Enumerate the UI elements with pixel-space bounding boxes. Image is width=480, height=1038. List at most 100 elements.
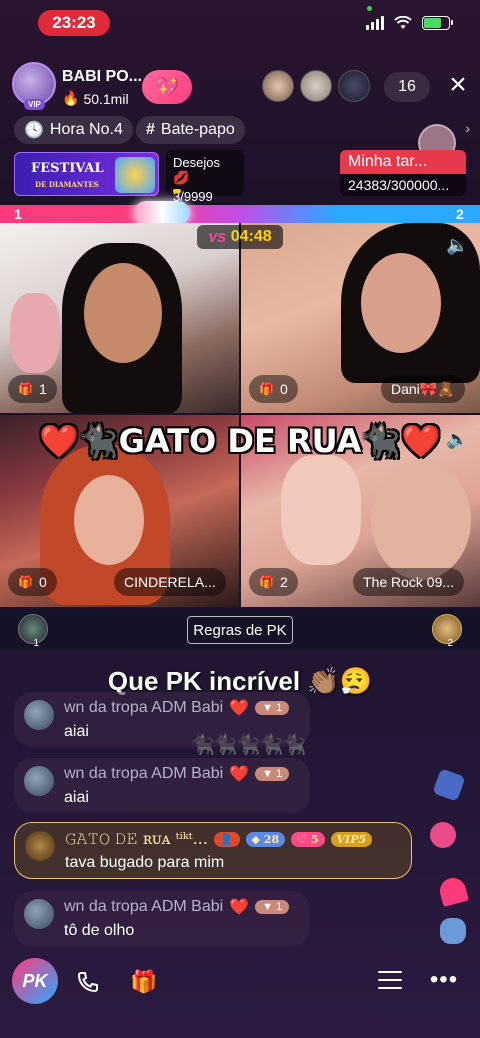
chat-message[interactable]: wn da tropa ADM Babi ❤️ ▼ 1 aiai — [14, 758, 310, 813]
tile-user-name[interactable]: The Rock 09... — [353, 568, 465, 596]
chat-author-name: 𝙶𝙰𝚃𝙾 𝙳𝙴 ʀᴜᴀ ᵗⁱᵏᵗ... — [65, 829, 208, 848]
tile-gift-count: 🎁 1 — [8, 375, 57, 403]
chat-tag-label: Bate-papo — [160, 121, 235, 138]
diamond-badge: ◆ 28 — [245, 831, 286, 847]
viewer-avatar[interactable] — [338, 70, 370, 102]
follow-button[interactable]: 💖 — [142, 70, 192, 104]
gift-box-icon[interactable]: 🎁 — [124, 962, 164, 1002]
status-time: 23:23 — [38, 10, 110, 36]
chat-author-name: wn da tropa ADM Babi — [64, 699, 224, 716]
tile-gift-value: 0 — [38, 574, 47, 590]
level-badge: ▼ 1 — [255, 701, 290, 715]
heart-icon: 💖 — [154, 76, 180, 99]
pk-right-score: 2 — [456, 206, 464, 222]
privacy-indicator — [367, 6, 372, 11]
chat-message-vip[interactable]: 𝙶𝙰𝚃𝙾 𝙳𝙴 ʀᴜᴀ ᵗⁱᵏᵗ... 👤 ◆ 28 ♡ 5 VIP5 tava… — [14, 822, 412, 879]
tile-gift-count: 🎁 0 — [249, 375, 298, 403]
heart-icon: ❤️ — [229, 899, 250, 916]
pk-center-emblem-icon — [134, 201, 190, 225]
viewer-avatar[interactable] — [262, 70, 294, 102]
call-icon[interactable] — [68, 962, 108, 1002]
tile-gift-value: 1 — [38, 381, 47, 397]
pk-rules-button[interactable]: Regras de PK — [187, 616, 293, 644]
floating-heart-icon — [437, 875, 469, 907]
festival-banner[interactable]: FESTIVAL DE DIAMANTES — [14, 152, 159, 196]
tile-gift-count: 🎁 0 — [8, 568, 57, 596]
level-badge: ▼ 1 — [255, 767, 290, 781]
level-badge: ▼ 1 — [255, 900, 290, 914]
menu-icon[interactable] — [370, 960, 410, 1000]
hour-ranking-label: Hora No.4 — [49, 121, 123, 138]
chat-text: tava bugado para mim — [65, 854, 225, 871]
more-options-icon[interactable]: ••• — [424, 960, 464, 1000]
gift-icon: 🎁 — [259, 382, 274, 396]
wishes-box[interactable]: Desejos 💋 3/9999 — [166, 150, 244, 204]
tile-user-name[interactable]: Dani🎀🧸 — [381, 375, 465, 403]
fan-badge-icon: 👤 — [213, 831, 240, 847]
pk-score-bar — [0, 205, 480, 223]
hashtag-icon: # — [146, 121, 155, 138]
gift-icon: 🎁 — [18, 382, 33, 396]
heart-badge: ♡ 5 — [291, 831, 325, 847]
chat-avatar[interactable] — [24, 899, 54, 929]
vip-badge: VIP5 — [330, 831, 373, 847]
mission-title: Minha tar... — [340, 150, 466, 174]
hour-ranking-pill[interactable]: 🕓 Hora No.4 — [14, 116, 133, 144]
floating-heart-icon — [430, 822, 456, 848]
chat-text: tô de olho — [64, 922, 135, 939]
chat-text: aiai — [64, 789, 89, 806]
pk-timer: VS 04:48 — [197, 225, 283, 249]
vs-label: VS — [208, 229, 226, 245]
clock-icon: 🕓 — [24, 122, 44, 139]
pk-timer-value: 04:48 — [230, 228, 272, 245]
chat-author-name: wn da tropa ADM Babi — [64, 765, 224, 782]
heart-icon: ❤️ — [229, 766, 250, 783]
chat-author: 𝙶𝙰𝚃𝙾 𝙳𝙴 ʀᴜᴀ ᵗⁱᵏᵗ... 👤 ◆ 28 ♡ 5 VIP5 — [65, 829, 401, 849]
signal-icon — [366, 16, 384, 30]
chat-tag-pill[interactable]: # Bate-papo — [136, 116, 245, 144]
status-icons — [366, 16, 453, 30]
video-tile-1[interactable]: 🎁 1 — [0, 223, 239, 413]
gift-icon: 🎁 — [259, 575, 274, 589]
chevron-right-icon[interactable]: › — [465, 120, 470, 136]
viewer-count[interactable]: 16 — [384, 72, 430, 102]
floating-gift-icon — [432, 768, 466, 802]
chat-text: aiai — [64, 723, 89, 740]
wishes-progress — [173, 189, 181, 193]
chat-avatar[interactable] — [25, 831, 55, 861]
tile-user-name[interactable]: CINDERELA... — [114, 568, 226, 596]
festival-subtitle: DE DIAMANTES — [35, 180, 99, 189]
heart-icon: ❤️ — [229, 700, 250, 717]
pk-left-score: 1 — [14, 206, 22, 222]
mission-value: 24383/300000... — [348, 177, 450, 193]
mission-box[interactable]: Minha tar... 24383/300000... — [340, 150, 466, 196]
viewer-avatar[interactable] — [300, 70, 332, 102]
speaker-icon[interactable]: 🔈 — [446, 235, 468, 256]
gift-icon: 🎁 — [18, 575, 33, 589]
chat-author: wn da tropa ADM Babi ❤️ ▼ 1 — [64, 764, 300, 784]
floating-like-icon — [440, 918, 466, 944]
pk-right-rank: 2 — [447, 638, 453, 649]
pk-button[interactable]: PK — [12, 958, 58, 1004]
pk-left-top-gifter-avatar[interactable]: 1 — [18, 614, 48, 649]
wifi-icon — [394, 16, 412, 29]
host-name[interactable]: BABI PO... — [62, 68, 142, 86]
tile-gift-count: 🎁 2 — [249, 568, 298, 596]
chat-author: wn da tropa ADM Babi ❤️ ▼ 1 — [64, 698, 300, 718]
tile-gift-value: 0 — [279, 381, 288, 397]
chat-avatar[interactable] — [24, 700, 54, 730]
wishes-label: Desejos 💋 — [173, 155, 220, 185]
flame-icon: 🔥 — [62, 90, 80, 106]
pk-right-top-gifter-avatar[interactable]: 2 — [432, 614, 462, 649]
chat-message[interactable]: wn da tropa ADM Babi ❤️ ▼ 1 aiai — [14, 692, 310, 747]
chat-message[interactable]: wn da tropa ADM Babi ❤️ ▼ 1 tô de olho — [14, 891, 310, 946]
host-likes: 🔥 50.1mil — [62, 90, 129, 107]
close-button[interactable]: × — [444, 70, 472, 100]
video-tile-2[interactable]: 🔈 🎁 0 Dani🎀🧸 — [241, 223, 480, 413]
pk-left-rank: 1 — [33, 638, 39, 649]
chat-avatar[interactable] — [24, 766, 54, 796]
chat-author: wn da tropa ADM Babi ❤️ ▼ 1 — [64, 897, 300, 917]
host-avatar[interactable] — [12, 62, 56, 110]
chat-author-name: wn da tropa ADM Babi — [64, 898, 224, 915]
tile-gift-value: 2 — [279, 574, 288, 590]
